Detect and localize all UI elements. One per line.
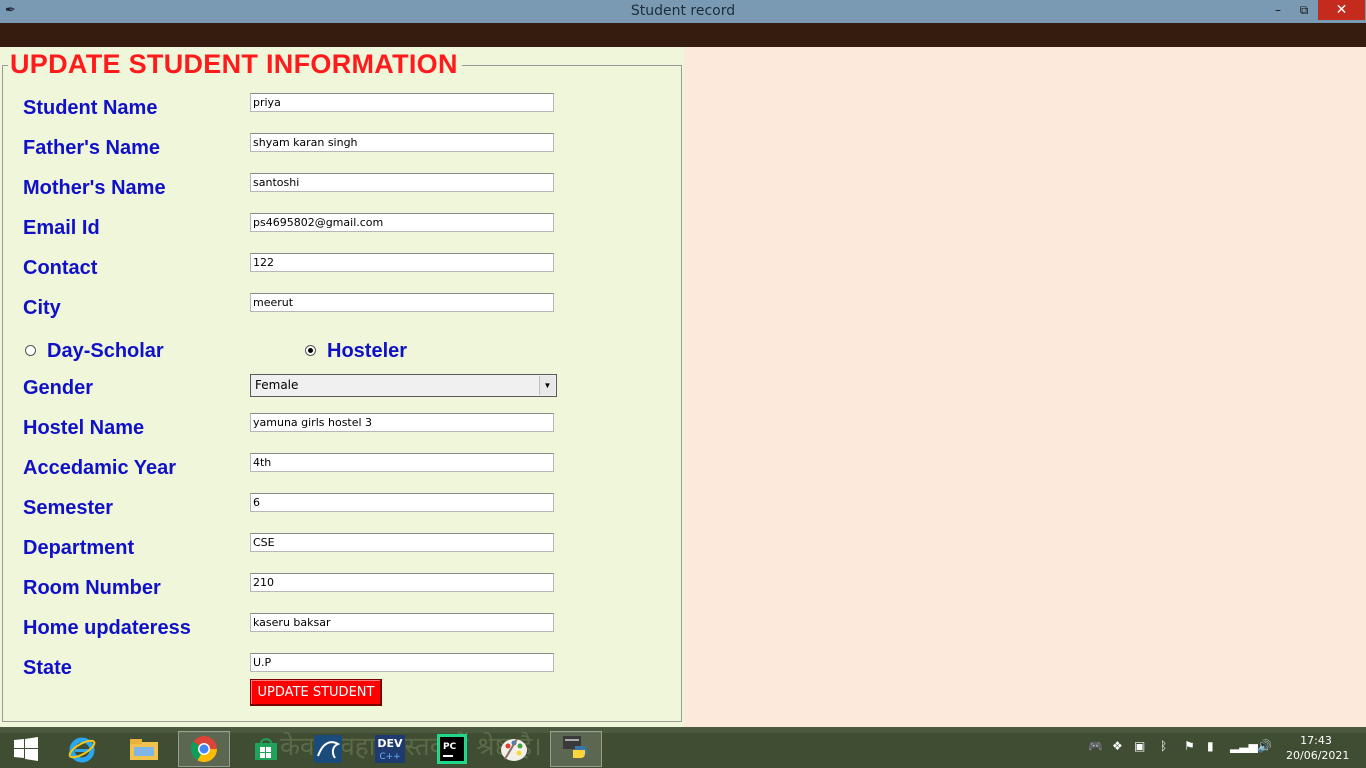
- mysql-workbench-icon[interactable]: [302, 731, 354, 767]
- python-idle-icon[interactable]: [550, 731, 602, 767]
- bluetooth-icon[interactable]: ᛒ: [1160, 739, 1167, 753]
- svg-text:C++: C++: [379, 752, 400, 762]
- day-scholar-label[interactable]: Day-Scholar: [47, 339, 164, 363]
- action-center-flag-icon[interactable]: ⚑: [1184, 739, 1195, 753]
- home-address-label: Home updateress: [23, 617, 191, 639]
- gender-label: Gender: [23, 377, 94, 399]
- academic-year-input[interactable]: 4th: [250, 453, 554, 472]
- student-name-label: Student Name: [23, 97, 158, 119]
- taskbar: केवल वहा वास्तव में श्रेष्ठ है। DEV C++ P…: [0, 727, 1366, 768]
- contact-label: Contact: [23, 257, 98, 279]
- state-label: State: [23, 657, 72, 679]
- clock-date: 20/06/2021: [1286, 749, 1350, 762]
- email-input[interactable]: ps4695802@gmail.com: [250, 213, 554, 232]
- paint-icon[interactable]: [488, 731, 540, 767]
- close-button[interactable]: ✕: [1318, 0, 1365, 20]
- email-label: Email Id: [23, 217, 100, 239]
- department-label: Department: [23, 537, 135, 559]
- form-legend: UPDATE STUDENT INFORMATION: [8, 48, 462, 80]
- mothers-name-input[interactable]: santoshi: [250, 173, 554, 192]
- contact-input[interactable]: 122: [250, 253, 554, 272]
- hostel-name-label: Hostel Name: [23, 417, 145, 439]
- chrome-icon[interactable]: [178, 731, 230, 767]
- file-explorer-icon[interactable]: [118, 731, 170, 767]
- dev-cpp-icon[interactable]: DEV C++: [364, 731, 416, 767]
- radio-selected-dot: [308, 348, 313, 353]
- dropbox-icon[interactable]: ❖: [1112, 739, 1123, 753]
- room-number-input[interactable]: 210: [250, 573, 554, 592]
- fathers-name-input[interactable]: shyam karan singh: [250, 133, 554, 152]
- chevron-down-icon[interactable]: ▼: [539, 376, 555, 395]
- home-address-input[interactable]: kaseru baksar: [250, 613, 554, 632]
- city-input[interactable]: meerut: [250, 293, 554, 312]
- mothers-name-label: Mother's Name: [23, 177, 166, 199]
- hosteler-radio[interactable]: [305, 345, 316, 356]
- semester-input[interactable]: 6: [250, 493, 554, 512]
- signal-icon[interactable]: ▂▃▅: [1230, 739, 1258, 753]
- academic-year-label: Accedamic Year: [23, 457, 177, 479]
- hosteler-label[interactable]: Hosteler: [327, 339, 407, 363]
- windows-start-icon[interactable]: [0, 731, 52, 767]
- window-titlebar: ✒ Student record – ⧉ ✕: [0, 0, 1366, 23]
- volume-icon[interactable]: 🔊: [1257, 739, 1272, 753]
- battery-icon[interactable]: ▮: [1207, 739, 1214, 753]
- state-input[interactable]: U.P: [250, 653, 554, 672]
- restore-button[interactable]: ⧉: [1292, 0, 1316, 20]
- menu-bar: [0, 23, 1366, 47]
- svg-text:PC: PC: [443, 742, 457, 752]
- gender-select[interactable]: Female ▼: [250, 374, 557, 397]
- student-name-input[interactable]: priya: [250, 93, 554, 112]
- network-adapter-icon[interactable]: ▣: [1134, 739, 1145, 753]
- discord-icon[interactable]: 🎮: [1088, 739, 1103, 753]
- semester-label: Semester: [23, 497, 114, 519]
- clock-time: 17:43: [1300, 734, 1332, 747]
- minimize-button[interactable]: –: [1266, 0, 1290, 20]
- system-clock[interactable]: 17:43 20/06/2021: [1286, 733, 1350, 763]
- window-title: Student record: [630, 3, 736, 19]
- gender-select-value: Female: [255, 378, 299, 392]
- fathers-name-label: Father's Name: [23, 137, 161, 159]
- svg-text:DEV: DEV: [377, 737, 403, 750]
- hostel-name-input[interactable]: yamuna girls hostel 3: [250, 413, 554, 432]
- internet-explorer-icon[interactable]: [56, 731, 108, 767]
- store-icon[interactable]: [240, 731, 292, 767]
- day-scholar-radio[interactable]: [25, 345, 36, 356]
- pycharm-icon[interactable]: PC: [426, 731, 478, 767]
- city-label: City: [23, 297, 61, 319]
- room-number-label: Room Number: [23, 577, 161, 599]
- department-input[interactable]: CSE: [250, 533, 554, 552]
- update-student-button[interactable]: UPDATE STUDENT: [250, 679, 382, 706]
